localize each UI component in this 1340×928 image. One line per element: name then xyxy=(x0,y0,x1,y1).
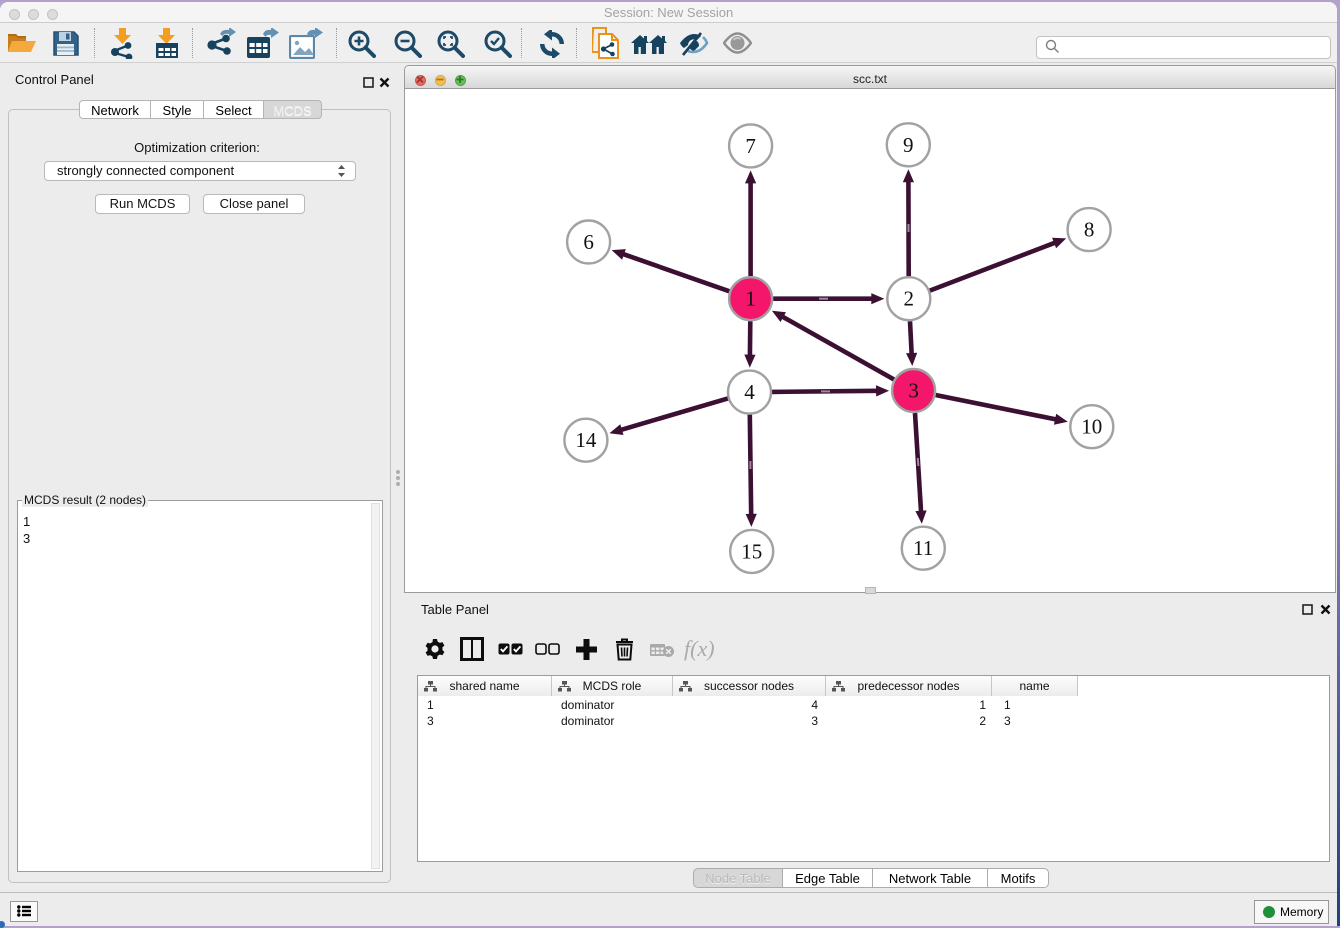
svg-text:1: 1 xyxy=(745,287,756,311)
svg-text:11: 11 xyxy=(913,536,933,560)
svg-text:15: 15 xyxy=(741,539,762,563)
svg-text:9: 9 xyxy=(903,133,914,157)
svg-text:7: 7 xyxy=(745,134,756,158)
svg-text:14: 14 xyxy=(575,428,597,452)
svg-text:10: 10 xyxy=(1081,415,1102,439)
svg-text:4: 4 xyxy=(744,380,755,404)
svg-text:8: 8 xyxy=(1084,218,1095,242)
svg-text:6: 6 xyxy=(583,230,594,254)
svg-text:2: 2 xyxy=(904,287,915,311)
svg-text:3: 3 xyxy=(908,379,919,403)
